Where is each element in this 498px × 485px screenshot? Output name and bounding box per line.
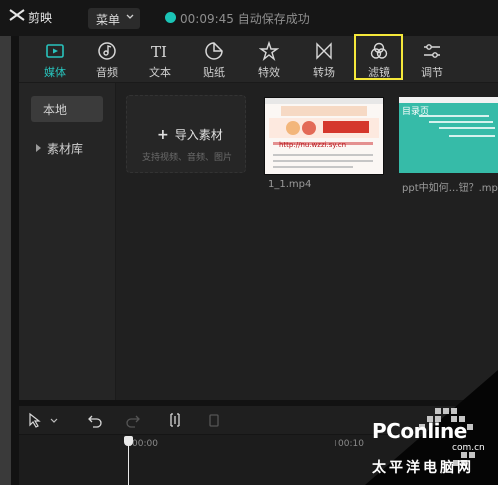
caret-right-icon [36, 144, 41, 152]
app-name: 剪映 [28, 11, 53, 25]
media-name-1: 1_1.mp4 [268, 179, 312, 190]
chevron-down-icon [126, 14, 134, 19]
tab-sticker[interactable]: 贴纸 [189, 38, 239, 80]
media-icon [46, 44, 64, 58]
left-edge [0, 36, 11, 485]
transition-icon [316, 42, 332, 60]
title-bar: 剪映 菜单 00:09:45 自动保存成功 [0, 0, 498, 36]
effects-icon [259, 41, 279, 61]
media-thumbnail-2[interactable]: 目录页 [399, 97, 498, 173]
plus-icon: + [157, 127, 169, 143]
ruler-tick [335, 440, 336, 446]
text-icon: TI [151, 43, 167, 61]
redo-icon[interactable] [125, 412, 141, 428]
ruler-label-start: 00:00 [132, 439, 158, 449]
thumbnail-1-text: http://nu.wzzi.sy.cn [279, 141, 347, 149]
undo-icon[interactable] [87, 412, 103, 428]
watermark-chinese: 太平洋电脑网 [372, 460, 474, 476]
filter-tab-highlight [354, 34, 403, 80]
tab-effects[interactable]: 特效 [244, 38, 294, 80]
menu-label: 菜单 [96, 13, 121, 27]
tab-adjust[interactable]: 调节 [407, 38, 457, 80]
playhead-handle[interactable] [124, 436, 133, 446]
media-thumbnail-1[interactable]: http://nu.wzzi.sy.cn [264, 97, 384, 175]
import-material-button[interactable]: + 导入素材 支持视频、音频、图片 [126, 95, 246, 173]
sticker-icon [205, 42, 223, 60]
tab-audio[interactable]: 音频 [82, 38, 132, 80]
svg-text:TI: TI [151, 43, 167, 61]
material-toolbar: 媒体 音频 TI 文本 贴纸 特效 转场 滤镜 调节 [19, 36, 498, 83]
menu-button[interactable]: 菜单 [88, 8, 140, 29]
audio-icon [98, 42, 116, 60]
save-status: 00:09:45 自动保存成功 [180, 12, 310, 26]
watermark-brand: PConline [372, 419, 467, 443]
media-name-2: ppt中如何…钮？.mp4 [402, 183, 498, 194]
watermark-domain: com.cn [452, 443, 485, 453]
media-sidebar: 本地 素材库 [19, 83, 116, 400]
thumbnail-2-text: 目录页 [402, 107, 430, 117]
split-icon[interactable] [167, 412, 183, 428]
media-content: + 导入素材 支持视频、音频、图片 http://nu.wzzi.sy.cn 1_… [116, 83, 498, 400]
main-panel: 媒体 音频 TI 文本 贴纸 特效 转场 滤镜 调节 本地 素材库 + 导入素材… [19, 36, 498, 400]
select-cursor-icon[interactable] [27, 412, 43, 428]
jianying-logo-icon [9, 9, 25, 21]
sidebar-item-local[interactable]: 本地 [31, 96, 103, 122]
save-status-icon [165, 12, 176, 23]
import-subtitle: 支持视频、音频、图片 [141, 153, 232, 163]
delete-icon[interactable] [206, 412, 222, 428]
sidebar-item-library[interactable]: 素材库 [31, 135, 103, 161]
tab-media[interactable]: 媒体 [30, 38, 80, 80]
tab-transition[interactable]: 转场 [299, 38, 349, 80]
chevron-down-icon[interactable] [49, 412, 59, 428]
import-title: 导入素材 [174, 128, 223, 142]
tab-text[interactable]: TI 文本 [135, 38, 185, 80]
adjust-icon [424, 44, 440, 58]
thumbnail-1-image [265, 98, 383, 174]
